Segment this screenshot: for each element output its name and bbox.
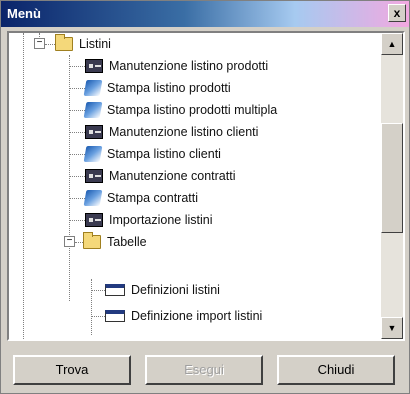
folder-icon <box>55 34 73 51</box>
tree-item-label: Stampa contratti <box>107 191 199 205</box>
tree-line <box>69 220 85 221</box>
title-bar[interactable]: Menù x <box>1 1 409 27</box>
find-button[interactable]: Trova <box>13 355 131 385</box>
tree-line <box>91 316 105 317</box>
tree-line <box>69 88 85 89</box>
button-bar: Trova Esegui Chiudi <box>1 347 409 393</box>
form-icon <box>85 59 103 73</box>
tree-item-label: Stampa listino prodotti multipla <box>107 103 278 117</box>
scrollbar-thumb[interactable] <box>381 123 403 233</box>
form-icon <box>85 169 103 183</box>
tree-line <box>23 33 24 339</box>
tree-line <box>69 176 85 177</box>
tree-item-label: Stampa listino clienti <box>107 147 221 161</box>
print-icon <box>83 80 103 96</box>
listini-expander[interactable]: − <box>34 38 45 49</box>
tree-line <box>75 242 83 243</box>
tree-folder-label: Listini <box>79 37 111 51</box>
window-title: Menù <box>7 6 41 21</box>
tree-item[interactable]: Definizioni listini <box>105 279 220 301</box>
tree-item[interactable]: Stampa listino clienti <box>83 143 221 165</box>
menu-window: Menù x − Listini Manutenzione listino pr… <box>0 0 410 394</box>
tree-line <box>69 132 85 133</box>
tree-folder-tabelle[interactable]: Tabelle <box>83 231 147 253</box>
tree-line <box>91 279 92 335</box>
execute-button[interactable]: Esegui <box>145 355 263 385</box>
tree-item[interactable]: Stampa listino prodotti multipla <box>83 99 278 121</box>
close-window-button[interactable]: x <box>388 4 406 22</box>
tree-line <box>45 44 55 45</box>
tree-item-label: Importazione listini <box>109 213 213 227</box>
table-icon <box>105 310 125 322</box>
print-icon <box>83 146 103 162</box>
folder-icon <box>83 232 101 249</box>
tree-item-label: Definizione import listini <box>131 309 263 323</box>
tree-line <box>69 154 85 155</box>
tree-item-label: Manutenzione contratti <box>109 169 236 183</box>
print-icon <box>83 102 103 118</box>
form-icon <box>85 125 103 139</box>
tree-line <box>69 66 85 67</box>
tree-item-label: Manutenzione listino prodotti <box>109 59 269 73</box>
tree-item[interactable]: Manutenzione contratti <box>85 165 235 187</box>
tree-line <box>69 110 85 111</box>
tree-item[interactable]: Manutenzione listino clienti <box>85 121 258 143</box>
close-button[interactable]: Chiudi <box>277 355 395 385</box>
tree-item[interactable]: Stampa listino prodotti <box>83 77 231 99</box>
tree-folder-listini[interactable]: Listini <box>55 33 111 55</box>
tree-item-label: Manutenzione listino clienti <box>109 125 259 139</box>
menu-tree-panel: − Listini Manutenzione listino prodotti … <box>7 31 405 341</box>
tree-item[interactable]: Manutenzione listino prodotti <box>85 55 268 77</box>
menu-tree: − Listini Manutenzione listino prodotti … <box>9 33 381 339</box>
tree-line <box>91 290 105 291</box>
tree-item[interactable]: Importazione listini <box>85 209 213 231</box>
tree-folder-label: Tabelle <box>107 235 147 249</box>
tree-item-label: Definizioni listini <box>131 283 220 297</box>
tabelle-expander[interactable]: − <box>64 236 75 247</box>
tree-line <box>69 198 85 199</box>
form-icon <box>85 213 103 227</box>
tree-item[interactable]: Definizione import listini <box>105 305 262 327</box>
tree-line <box>69 55 70 301</box>
tree-item[interactable]: Stampa contratti <box>83 187 199 209</box>
scroll-up-button[interactable]: ▲ <box>381 33 403 55</box>
print-icon <box>83 190 103 206</box>
tree-item-label: Stampa listino prodotti <box>107 81 231 95</box>
vertical-scrollbar[interactable]: ▲ ▼ <box>381 33 403 339</box>
table-icon <box>105 284 125 296</box>
scroll-down-button[interactable]: ▼ <box>381 317 403 339</box>
